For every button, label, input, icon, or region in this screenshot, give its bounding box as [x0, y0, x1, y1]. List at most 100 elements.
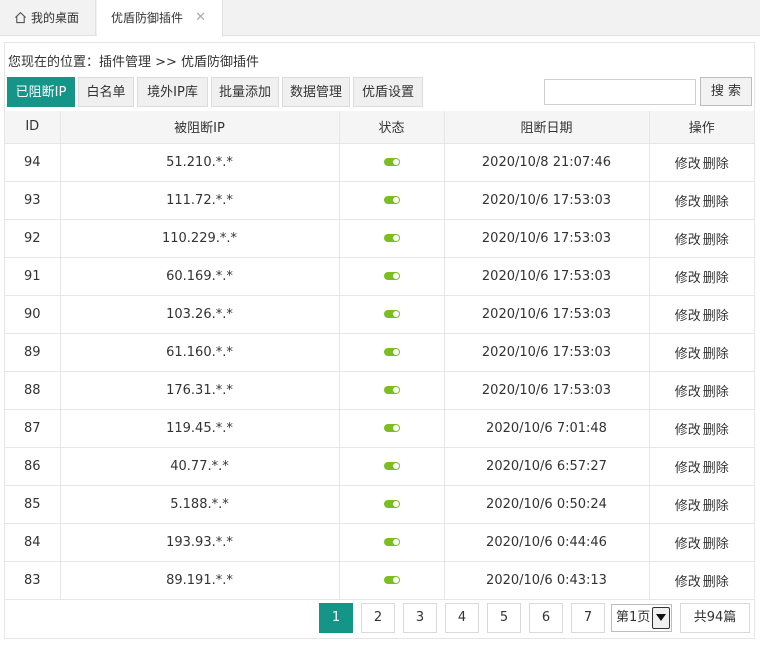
page-button-5[interactable]: 5 — [487, 603, 521, 633]
chevron-down-icon[interactable] — [652, 607, 670, 629]
page-select[interactable]: 第1页 — [611, 604, 672, 632]
page-button-2[interactable]: 2 — [361, 603, 395, 633]
search-button[interactable]: 搜 索 — [700, 77, 752, 106]
status-toggle-icon[interactable] — [383, 234, 400, 242]
cell-status — [338, 332, 445, 372]
cell-id: 92 — [5, 218, 61, 258]
table-row: 94 51.210.*.* 2020/10/8 21:07:46 修改 删除 — [5, 142, 754, 182]
tab-plugin[interactable]: 优盾防御插件 ✕ — [97, 0, 223, 37]
delete-link[interactable]: 删除 — [703, 157, 729, 172]
delete-link[interactable]: 删除 — [703, 385, 729, 400]
cell-actions: 修改 删除 — [648, 408, 754, 448]
edit-link[interactable]: 修改 — [675, 385, 701, 400]
status-toggle-icon[interactable] — [383, 348, 400, 356]
edit-link[interactable]: 修改 — [675, 195, 701, 210]
delete-link[interactable]: 删除 — [703, 271, 729, 286]
status-toggle-icon[interactable] — [383, 538, 400, 546]
edit-link[interactable]: 修改 — [675, 499, 701, 514]
delete-link[interactable]: 删除 — [703, 461, 729, 476]
delete-link[interactable]: 删除 — [703, 347, 729, 362]
tab-batch-add[interactable]: 批量添加 — [211, 77, 279, 107]
status-toggle-icon[interactable] — [383, 310, 400, 318]
cell-actions: 修改 删除 — [648, 256, 754, 296]
edit-link[interactable]: 修改 — [675, 157, 701, 172]
edit-link[interactable]: 修改 — [675, 309, 701, 324]
cell-date: 2020/10/6 17:53:03 — [443, 256, 650, 296]
tab-settings[interactable]: 优盾设置 — [353, 77, 423, 107]
cell-status — [338, 484, 445, 524]
status-toggle-icon[interactable] — [383, 576, 400, 584]
page-button-1[interactable]: 1 — [319, 603, 353, 633]
close-icon[interactable]: ✕ — [195, 0, 206, 36]
edit-link[interactable]: 修改 — [675, 575, 701, 590]
cell-ip: 193.93.*.* — [59, 522, 340, 562]
status-toggle-icon[interactable] — [383, 158, 400, 166]
table-row: 89 61.160.*.* 2020/10/6 17:53:03 修改 删除 — [5, 332, 754, 372]
cell-date: 2020/10/6 7:01:48 — [443, 408, 650, 448]
page-button-4[interactable]: 4 — [445, 603, 479, 633]
status-toggle-icon[interactable] — [383, 462, 400, 470]
cell-status — [338, 522, 445, 562]
cell-date: 2020/10/6 17:53:03 — [443, 370, 650, 410]
tab-foreign-ip[interactable]: 境外IP库 — [137, 77, 208, 107]
tab-whitelist[interactable]: 白名单 — [78, 77, 134, 107]
cell-status — [338, 142, 445, 182]
table-row: 85 5.188.*.* 2020/10/6 0:50:24 修改 删除 — [5, 484, 754, 524]
table-row: 84 193.93.*.* 2020/10/6 0:44:46 修改 删除 — [5, 522, 754, 562]
cell-date: 2020/10/6 0:50:24 — [443, 484, 650, 524]
delete-link[interactable]: 删除 — [703, 233, 729, 248]
edit-link[interactable]: 修改 — [675, 461, 701, 476]
cell-id: 91 — [5, 256, 61, 296]
cell-status — [338, 446, 445, 486]
page-button-6[interactable]: 6 — [529, 603, 563, 633]
cell-id: 90 — [5, 294, 61, 334]
cell-date: 2020/10/6 17:53:03 — [443, 218, 650, 258]
cell-actions: 修改 删除 — [648, 484, 754, 524]
cell-actions: 修改 删除 — [648, 522, 754, 562]
cell-date: 2020/10/6 17:53:03 — [443, 294, 650, 334]
delete-link[interactable]: 删除 — [703, 195, 729, 210]
page-select-value: 第1页 — [616, 610, 651, 625]
total-count: 共94篇 — [680, 603, 750, 633]
cell-actions: 修改 删除 — [648, 180, 754, 220]
cell-date: 2020/10/6 17:53:03 — [443, 180, 650, 220]
cell-ip: 176.31.*.* — [59, 370, 340, 410]
header-status: 状态 — [338, 111, 445, 144]
cell-date: 2020/10/6 17:53:03 — [443, 332, 650, 372]
edit-link[interactable]: 修改 — [675, 347, 701, 362]
header-ip: 被阻断IP — [59, 111, 340, 144]
edit-link[interactable]: 修改 — [675, 233, 701, 248]
pagination: 1234567 第1页 共94篇 — [5, 599, 754, 635]
main-panel: 您现在的位置：插件管理 >> 优盾防御插件 已阻断IP 白名单 境外IP库 批量… — [4, 42, 755, 639]
cell-date: 2020/10/6 6:57:27 — [443, 446, 650, 486]
delete-link[interactable]: 删除 — [703, 575, 729, 590]
cell-status — [338, 408, 445, 448]
edit-link[interactable]: 修改 — [675, 271, 701, 286]
cell-id: 83 — [5, 560, 61, 600]
delete-link[interactable]: 删除 — [703, 423, 729, 438]
status-toggle-icon[interactable] — [383, 272, 400, 280]
delete-link[interactable]: 删除 — [703, 309, 729, 324]
status-toggle-icon[interactable] — [383, 196, 400, 204]
cell-actions: 修改 删除 — [648, 218, 754, 258]
status-toggle-icon[interactable] — [383, 500, 400, 508]
tab-data-manage[interactable]: 数据管理 — [282, 77, 350, 107]
home-icon — [15, 11, 26, 24]
tab-blocked-ip[interactable]: 已阻断IP — [7, 77, 75, 107]
breadcrumb: 您现在的位置：插件管理 >> 优盾防御插件 — [8, 55, 260, 70]
status-toggle-icon[interactable] — [383, 424, 400, 432]
delete-link[interactable]: 删除 — [703, 499, 729, 514]
cell-actions: 修改 删除 — [648, 294, 754, 334]
page-button-3[interactable]: 3 — [403, 603, 437, 633]
delete-link[interactable]: 删除 — [703, 537, 729, 552]
table-row: 86 40.77.*.* 2020/10/6 6:57:27 修改 删除 — [5, 446, 754, 486]
edit-link[interactable]: 修改 — [675, 423, 701, 438]
cell-id: 87 — [5, 408, 61, 448]
edit-link[interactable]: 修改 — [675, 537, 701, 552]
tab-bar: 我的桌面 优盾防御插件 ✕ — [0, 0, 760, 37]
status-toggle-icon[interactable] — [383, 386, 400, 394]
cell-id: 94 — [5, 142, 61, 182]
search-input[interactable] — [544, 79, 696, 105]
tab-home[interactable]: 我的桌面 — [0, 0, 96, 36]
page-button-7[interactable]: 7 — [571, 603, 605, 633]
